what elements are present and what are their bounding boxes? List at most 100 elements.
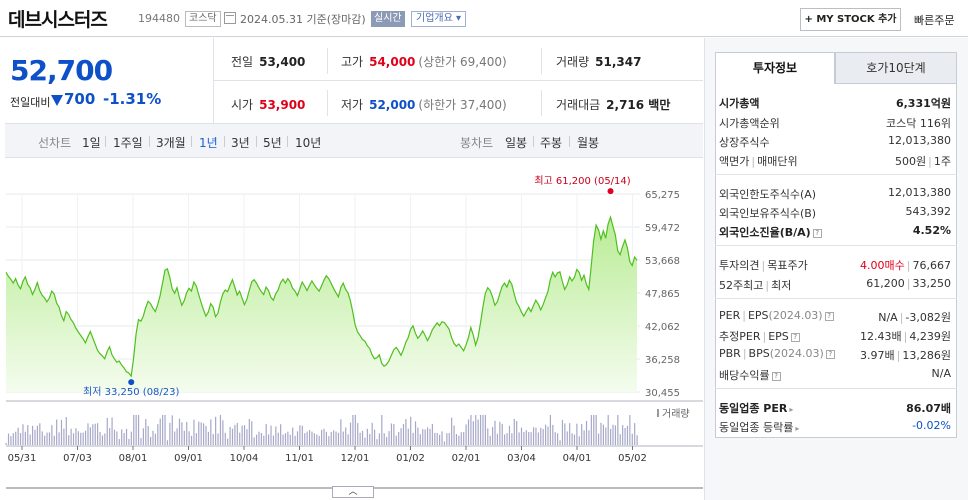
volume-bar [475,415,477,445]
volume-bar [94,423,96,445]
foreign-hold-value: 543,392 [905,205,952,218]
help-icon[interactable]: ? [771,372,781,381]
arrow-right-icon[interactable]: ▸ [795,424,799,433]
est-per-value: 12.43배 [860,330,902,343]
volume-bar [453,425,455,445]
foreign-hold-label: 외국인보유주식수(B) [719,207,817,220]
per-label: PER [719,309,741,322]
volume-bar [467,419,470,445]
line-chart-label[interactable]: 선차트 [38,134,71,151]
volume-bar [63,428,65,445]
volume-bar [489,435,491,445]
tab-candle[interactable]: 일봉 [505,134,527,151]
eps-label: EPS [747,309,769,322]
market-cap-rank-label: 시가총액순위 [719,117,780,130]
volume-bar [263,435,265,445]
divider [715,245,957,246]
volume-bar [29,434,31,445]
day-low: 저가 52,000 (하한가 37,400) [341,96,507,113]
volume-bar [528,432,530,445]
my-stock-add-button[interactable]: + MY STOCK 추가 [800,8,901,31]
tab-investment-info[interactable]: 투자정보 [715,52,835,84]
volume-bar [610,429,612,445]
volume-bar [349,422,352,445]
volume-bar [15,431,17,445]
quick-order-button[interactable]: 빠른주문 [914,12,954,28]
week52-high-label: 52주최고 [719,279,764,292]
week52-low-value: 33,250 [912,277,952,290]
divider [149,136,150,147]
volume-bar [56,419,58,445]
y-tick-label: 59,472 [645,223,680,234]
volume-bar [99,431,101,445]
volume-bar [619,434,621,445]
volume-bar [299,425,301,445]
open-label: 시가 [231,98,254,112]
market-cap-label: 시가총액 [719,97,760,110]
volume-bar [571,433,573,445]
x-tick-label: 01/02 [396,453,425,464]
volume-bar [364,437,366,445]
volume-bar [145,419,147,445]
tab-period[interactable]: 10년 [295,134,321,151]
bps-value: 13,286원 [902,349,951,362]
volume-bar [518,432,520,445]
expand-chart-button[interactable]: ︿ [332,486,374,498]
help-icon[interactable]: ? [790,333,800,342]
tab-period[interactable]: 5년 [263,134,282,151]
company-overview-button[interactable]: 기업개요 ▾ [411,11,466,27]
y-tick-label: 47,865 [645,289,680,300]
volume-bar [323,428,325,445]
volume-bar [152,430,154,445]
price-change: 700 [64,90,96,108]
est-eps-label: EPS [768,330,789,343]
volume-bar [451,417,453,445]
volume-bar [154,433,157,445]
stock-code: 194480 [138,12,180,25]
tab-candle[interactable]: 월봉 [577,134,599,151]
divider [327,90,328,116]
volume-bar [251,421,253,445]
tab-period-selected[interactable]: 1년 [199,134,218,151]
tab-candle[interactable]: 주봉 [540,134,562,151]
volume-bar [624,428,626,445]
market-cap-value: 6,331억원 [895,97,951,110]
volume-bar [593,415,595,445]
high-annotation: 최고 61,200 (05/14) [534,175,630,187]
volume-bar [89,427,91,445]
y-tick-label: 53,668 [645,256,680,267]
volume-bar [207,431,210,445]
sector-change-value: -0.02% [912,419,951,432]
candle-chart-label[interactable]: 봉차트 [460,134,493,151]
volume-bar [369,433,371,445]
volume-bar [306,431,308,445]
help-icon[interactable]: ? [824,312,834,321]
volume-bar [36,425,39,445]
realtime-badge[interactable]: 실시간 [371,11,405,27]
volume-bar [501,423,503,445]
tab-order-book[interactable]: 호가10단계 [835,52,957,84]
help-icon[interactable]: ? [812,229,822,238]
stock-name: 데브시스터즈 [8,9,108,31]
help-icon[interactable]: ? [825,350,835,359]
arrow-right-icon[interactable]: ▸ [789,405,793,414]
volume-bar [5,443,7,445]
volume-bar [272,435,275,445]
day-low-value: 52,000 [369,98,416,112]
tab-period[interactable]: 3년 [231,134,250,151]
volume-bar [60,419,63,445]
volume-bar [34,429,36,445]
week52-low-label: 최저 [771,279,792,292]
tab-period[interactable]: 3개월 [156,134,186,151]
volume-bar [460,432,462,445]
volume-bar [104,433,106,445]
eps-value: -3,082원 [905,311,951,324]
volume-bar [17,427,19,445]
tab-period[interactable]: 1주일 [113,134,143,151]
volume-bar [227,438,229,445]
volume-bar [121,429,123,445]
price-chart: 65,275 59,472 53,668 47,865 42,062 36,258 30,4… [0,158,703,500]
volume-bar [429,428,431,445]
tab-period[interactable]: 1일 [82,134,101,151]
volume-bar [205,425,207,445]
